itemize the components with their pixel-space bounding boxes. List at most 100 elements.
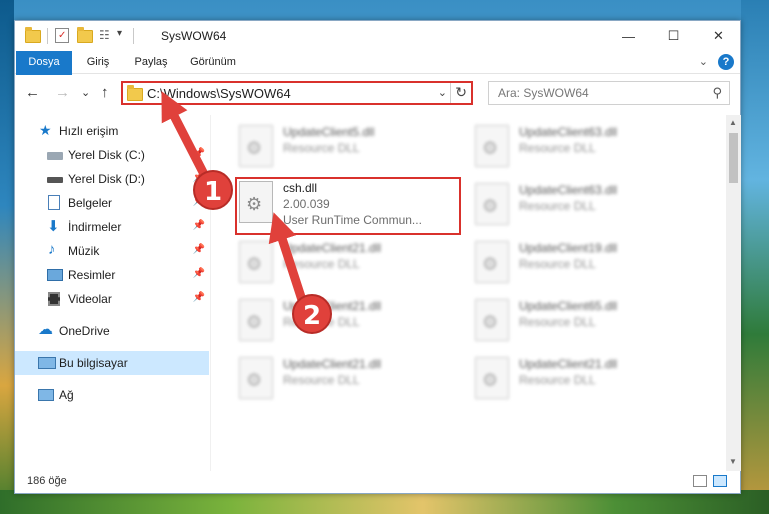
customize-toolbar-dropdown[interactable]: ▾ (117, 28, 122, 44)
file-item[interactable]: UpdateClient21.dll Resource DLL (233, 353, 463, 409)
sidebar-item-label: Ağ (59, 388, 74, 402)
navigation-pane: ★ Hızlı erişim Yerel Disk (C:) 📌 Yerel D… (15, 115, 209, 471)
file-type: Resource DLL (519, 315, 596, 329)
address-history-dropdown[interactable]: ⌄ (438, 86, 447, 99)
search-icon[interactable]: ⚲ (712, 85, 722, 101)
address-path[interactable]: C:\Windows\SysWOW64 (147, 86, 291, 101)
sidebar-item-network[interactable]: Ağ (15, 383, 209, 407)
sidebar-item-label: Videolar (68, 292, 112, 306)
file-type: Resource DLL (519, 257, 596, 271)
sidebar-item-videos[interactable]: Videolar 📌 (15, 287, 209, 311)
video-icon (48, 292, 60, 306)
details-view-icon[interactable] (693, 475, 707, 487)
sidebar-item-label: OneDrive (59, 324, 110, 338)
pin-icon[interactable]: 📌 (193, 148, 205, 159)
refresh-button[interactable]: ↻ (455, 84, 467, 101)
dll-file-icon (475, 241, 509, 283)
scroll-down-arrow[interactable]: ▼ (729, 457, 737, 466)
tab-giris[interactable]: Giriş (75, 51, 121, 74)
view-options-icon[interactable]: ☷ (99, 28, 115, 44)
sidebar-item-quick-access[interactable]: ★ Hızlı erişim (15, 119, 209, 143)
scrollbar-thumb[interactable] (729, 133, 738, 183)
sidebar-item-label: Hızlı erişim (59, 124, 119, 138)
sidebar-item-local-disk-c[interactable]: Yerel Disk (C:) 📌 (15, 143, 209, 167)
drive-icon (47, 152, 63, 160)
dll-file-icon (475, 357, 509, 399)
large-icons-view-icon[interactable] (713, 475, 727, 487)
sidebar-item-label: Belgeler (68, 196, 113, 210)
sidebar-item-this-pc[interactable]: Bu bilgisayar (15, 351, 209, 375)
sidebar-item-label: Yerel Disk (C:) (68, 148, 145, 162)
file-list: UpdateClient5.dll Resource DLL csh.dll 2… (211, 115, 726, 471)
tab-gorunum[interactable]: Görünüm (181, 51, 245, 74)
file-item[interactable]: UpdateClient63.dll Resource DLL (469, 121, 699, 177)
csh-dll-highlight-box (235, 177, 461, 235)
sidebar-item-pictures[interactable]: Resimler 📌 (15, 263, 209, 287)
dll-file-icon (475, 125, 509, 167)
address-bar[interactable]: C:\Windows\SysWOW64 ⌄ ↻ (121, 81, 473, 105)
cloud-icon: ☁ (38, 321, 53, 338)
desktop-wallpaper-right (741, 0, 769, 514)
file-name: UpdateClient5.dll (283, 125, 375, 139)
vertical-scrollbar[interactable]: ▲ ▼ (726, 115, 741, 471)
help-icon[interactable]: ? (718, 54, 734, 70)
music-icon: ♪ (48, 241, 56, 258)
forward-button[interactable]: → (55, 84, 70, 101)
sidebar-item-documents[interactable]: Belgeler 📌 (15, 191, 209, 215)
file-item[interactable]: UpdateClient21.dll Resource DLL (233, 237, 463, 293)
up-button[interactable]: ↑ (101, 84, 109, 101)
ribbon-tabs: Dosya Giriş Paylaş Görünüm ⌄ ? (15, 51, 740, 107)
minimize-button[interactable]: — (606, 21, 651, 51)
scroll-up-arrow[interactable]: ▲ (729, 118, 737, 127)
search-placeholder[interactable]: Ara: SysWOW64 (498, 86, 589, 100)
dll-file-icon (239, 299, 273, 341)
dll-file-icon (239, 357, 273, 399)
search-box[interactable]: Ara: SysWOW64 ⚲ (488, 81, 730, 105)
dll-file-icon (475, 299, 509, 341)
file-type: Resource DLL (283, 257, 360, 271)
sidebar-item-onedrive[interactable]: ☁ OneDrive (15, 319, 209, 343)
annotation-badge-2: 2 (292, 294, 332, 334)
sidebar-item-local-disk-d[interactable]: Yerel Disk (D:) 📌 (15, 167, 209, 191)
sidebar-item-downloads[interactable]: ⬇ İndirmeler 📌 (15, 215, 209, 239)
pin-icon[interactable]: 📌 (193, 244, 205, 255)
properties-icon[interactable]: ✓ (55, 28, 69, 43)
back-button[interactable]: ← (25, 84, 40, 101)
address-divider (450, 83, 451, 103)
file-item[interactable]: UpdateClient19.dll Resource DLL (469, 237, 699, 293)
sidebar-item-label: Bu bilgisayar (59, 356, 128, 370)
pin-icon[interactable]: 📌 (193, 220, 205, 231)
sidebar-item-label: Yerel Disk (D:) (68, 172, 145, 186)
recent-locations-dropdown[interactable]: ⌄ (81, 86, 90, 99)
pin-icon[interactable]: 📌 (193, 268, 205, 279)
drive-icon (47, 177, 63, 183)
file-item[interactable]: UpdateClient63.dll Resource DLL (469, 179, 699, 235)
maximize-button[interactable]: ☐ (651, 21, 696, 51)
file-item[interactable]: UpdateClient21.dll Resource DLL (233, 295, 463, 351)
computer-icon (38, 357, 56, 369)
sidebar-item-label: Müzik (68, 244, 100, 258)
file-type: Resource DLL (283, 141, 360, 155)
desktop-wallpaper-left (0, 0, 14, 514)
file-item[interactable]: UpdateClient21.dll Resource DLL (469, 353, 699, 409)
annotation-badge-1: 1 (193, 170, 233, 210)
collapse-ribbon-icon[interactable]: ⌄ (699, 55, 708, 68)
dll-file-icon (239, 241, 273, 283)
window-title: SysWOW64 (161, 29, 227, 43)
file-name: UpdateClient65.dll (519, 299, 618, 313)
dll-file-icon (475, 183, 509, 225)
dll-file-icon (239, 125, 273, 167)
file-name: UpdateClient21.dll (283, 241, 382, 255)
item-count: 186 öğe (27, 475, 67, 487)
file-item[interactable]: UpdateClient65.dll Resource DLL (469, 295, 699, 351)
tab-paylas[interactable]: Paylaş (123, 51, 179, 74)
pin-icon[interactable]: 📌 (193, 292, 205, 303)
title-bar: ✓ ☷ ▾ SysWOW64 — ☐ ✕ (15, 21, 740, 51)
toolbar-divider (47, 28, 48, 44)
file-name: UpdateClient21.dll (519, 357, 618, 371)
file-item[interactable]: UpdateClient5.dll Resource DLL (233, 121, 463, 177)
close-button[interactable]: ✕ (696, 21, 741, 51)
sidebar-item-music[interactable]: ♪ Müzik 📌 (15, 239, 209, 263)
file-type: Resource DLL (283, 373, 360, 387)
file-type: Resource DLL (519, 199, 596, 213)
